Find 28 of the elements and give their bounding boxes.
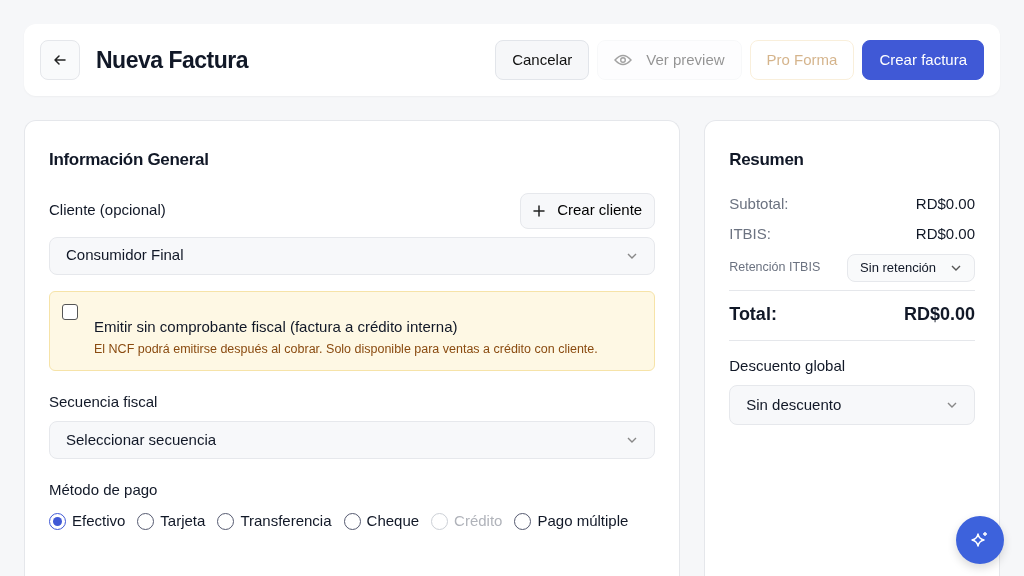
- retention-select[interactable]: Sin retención: [847, 253, 975, 282]
- payment-option[interactable]: Tarjeta: [137, 509, 206, 533]
- checkbox-label: Emitir sin comprobante fiscal (factura a crédito interna): [94, 316, 459, 337]
- summary-value: RD$0.00: [915, 224, 975, 244]
- summary-label: ITBIS:: [729, 224, 771, 244]
- field-label: Cliente (opcional): [49, 200, 166, 221]
- field-label: Secuencia fiscal: [49, 391, 159, 412]
- cancel-button[interactable]: Cancelar: [495, 40, 590, 80]
- notice-text: El NCF podrá emitirse después al cobrar. Solo disponible para ventas a crédito con cliente.: [94, 341, 598, 358]
- field-label: Descuento global: [729, 355, 847, 376]
- page-title: Nueva Factura: [96, 45, 248, 75]
- discount-select[interactable]: Sin descuento: [729, 385, 975, 425]
- payment-option[interactable]: Cheque: [343, 509, 420, 533]
- payment-option[interactable]: Transferencia: [217, 509, 332, 533]
- total-label: Total:: [729, 302, 777, 326]
- panel-title: Información General: [49, 149, 210, 171]
- create-client-button[interactable]: Crear cliente: [520, 192, 656, 229]
- create-button[interactable]: Crear factura: [862, 40, 984, 80]
- total-value: RD$0.00: [903, 302, 975, 326]
- sequence-select[interactable]: Seleccionar secuencia: [49, 421, 656, 460]
- payment-option[interactable]: Pago múltiple: [514, 509, 629, 533]
- field-label: Método de pago: [49, 480, 159, 501]
- client-select[interactable]: Consumidor Final: [49, 236, 656, 275]
- payment-option[interactable]: Efectivo: [49, 509, 126, 533]
- panel-title: Resumen: [729, 149, 805, 171]
- retention-label: Retención ITBIS: [729, 259, 821, 277]
- summary-label: Subtotal:: [729, 193, 789, 214]
- summary-value: RD$0.00: [915, 193, 975, 214]
